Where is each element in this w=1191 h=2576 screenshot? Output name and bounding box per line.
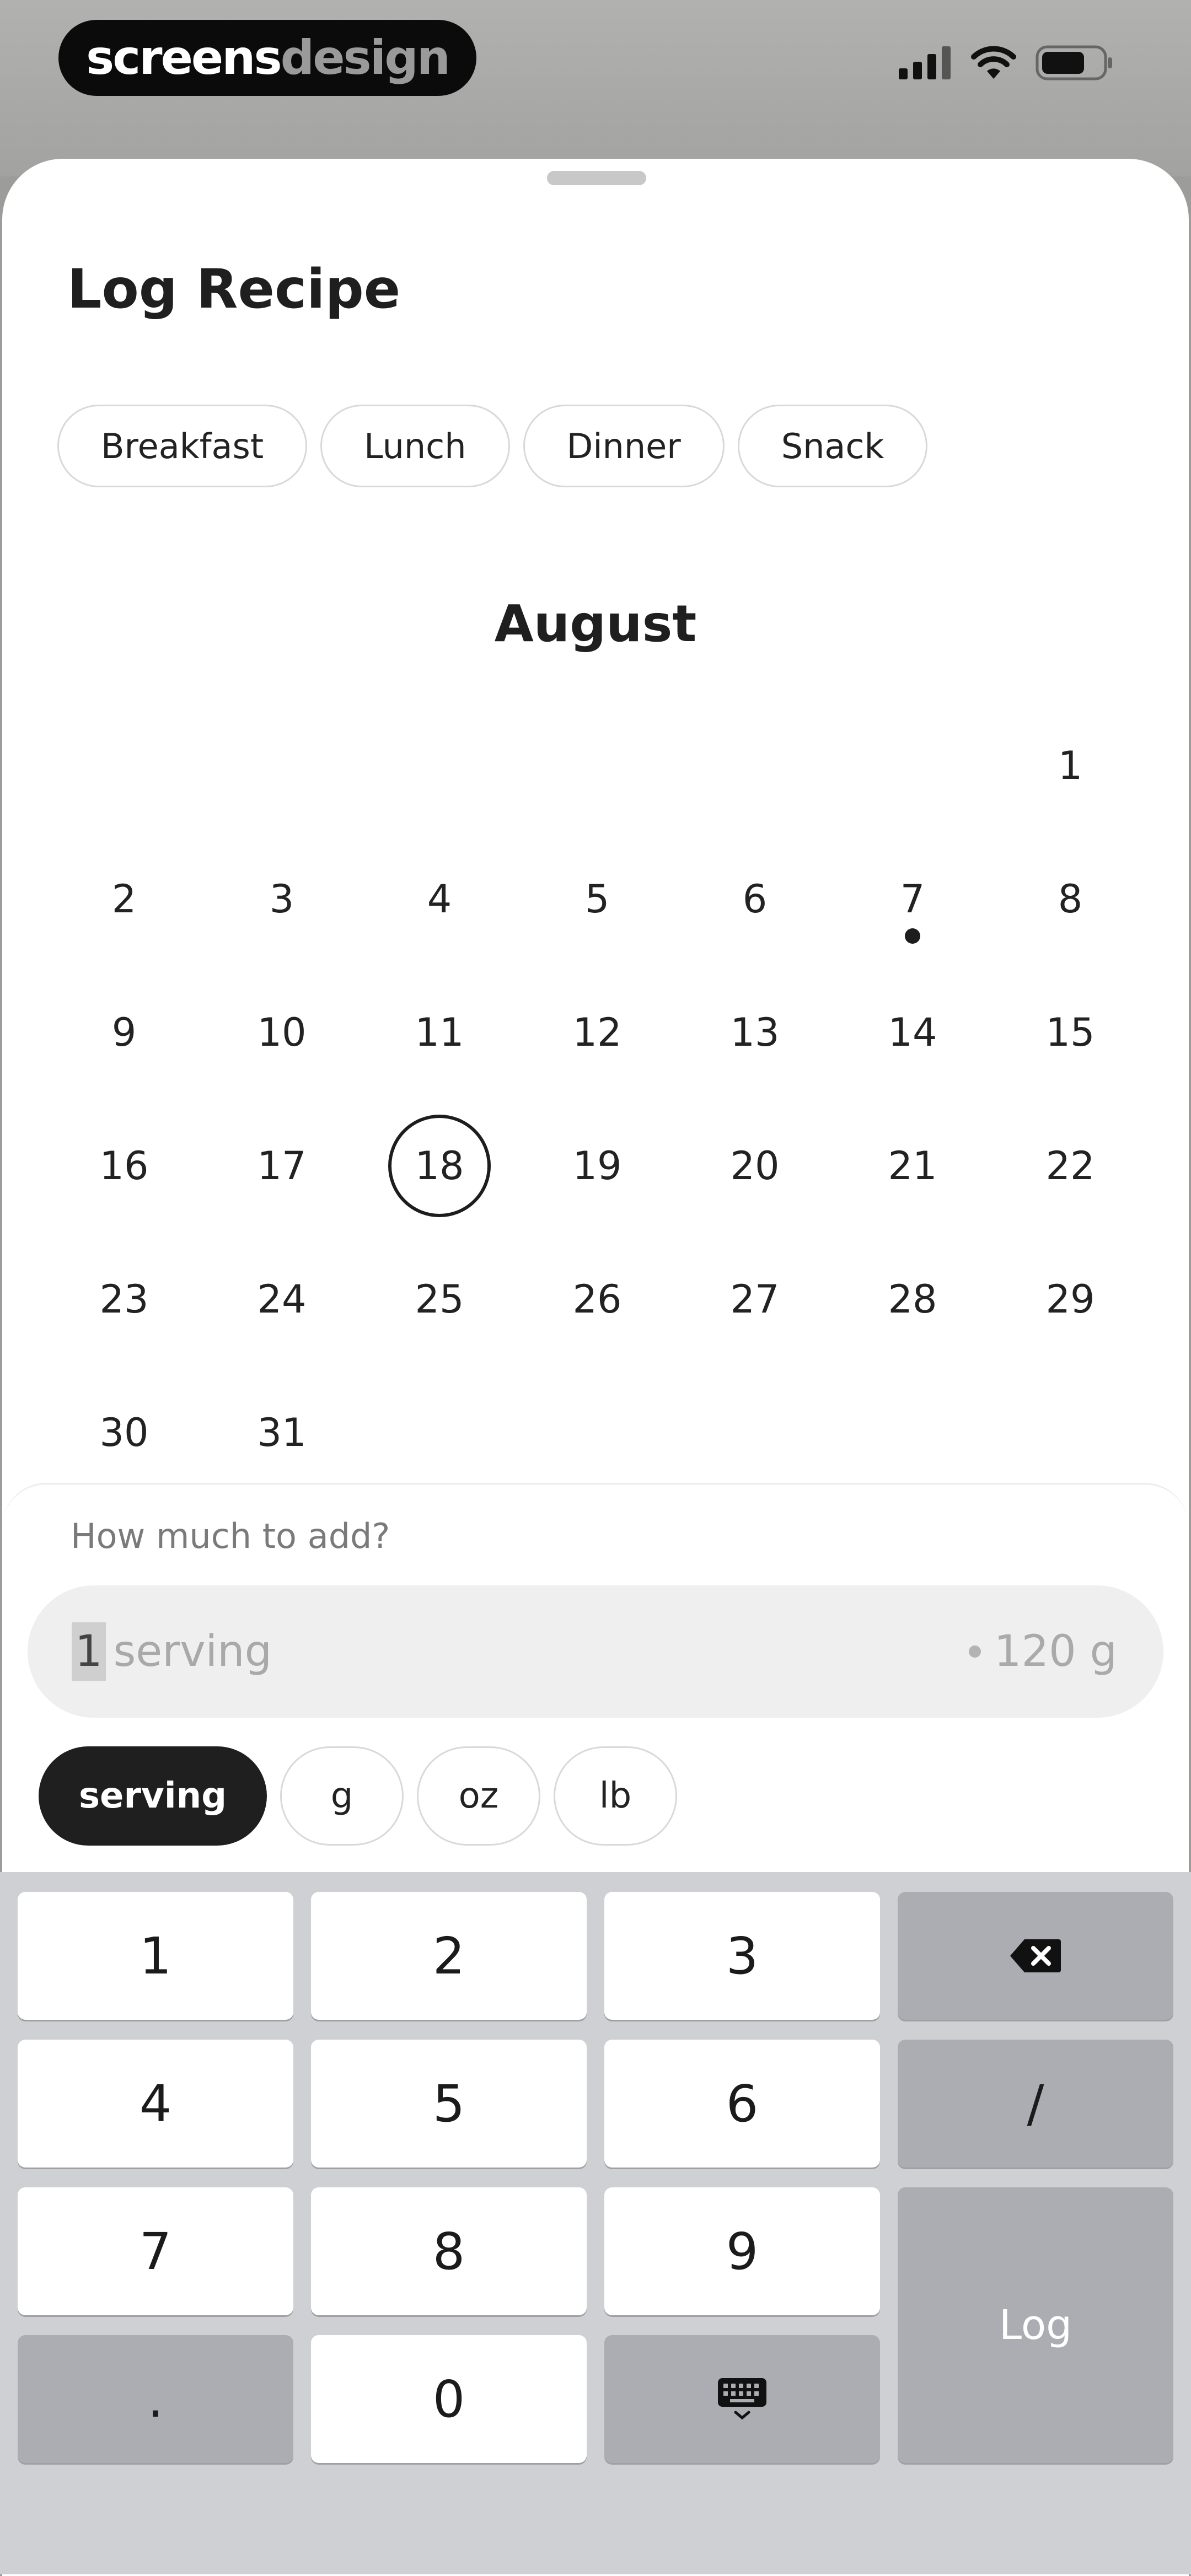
backspace-key[interactable]	[898, 1892, 1173, 2020]
unit-selector: serving g oz lb	[39, 1746, 677, 1846]
key-4[interactable]: 4	[18, 2040, 293, 2168]
calendar-week: 16 17 18 19 20 21 22	[2, 1099, 1189, 1233]
key-5[interactable]: 5	[311, 2040, 587, 2168]
calendar-week: 2 3 4 5 6 7 8	[2, 832, 1189, 966]
amount-unit: serving	[113, 1627, 272, 1676]
calendar-day-label: 7	[900, 876, 925, 922]
calendar-day[interactable]: 25	[361, 1233, 518, 1366]
battery-icon	[1036, 45, 1112, 80]
calendar-day[interactable]: 9	[45, 966, 203, 1099]
meal-tab-snack[interactable]: Snack	[737, 405, 928, 487]
amount-prompt: How much to add?	[71, 1516, 390, 1556]
amount-weight: 120 g	[968, 1627, 1117, 1676]
calendar-day[interactable]: 31	[203, 1366, 361, 1499]
numeric-keypad: 1 2 3 4 5 6 / 7 8 9 Log . 0	[0, 1872, 1191, 2574]
calendar-day[interactable]: 21	[834, 1099, 991, 1233]
amount-value: 1 serving	[72, 1622, 272, 1681]
calendar-day	[361, 699, 518, 832]
bullet-icon	[968, 1645, 981, 1658]
meal-tab-breakfast[interactable]: Breakfast	[57, 405, 308, 487]
calendar-day[interactable]: 23	[45, 1233, 203, 1366]
logged-indicator-dot	[905, 928, 920, 944]
key-8[interactable]: 8	[311, 2187, 587, 2315]
calendar-day[interactable]: 15	[991, 966, 1149, 1099]
amount-weight-value: 120 g	[994, 1627, 1117, 1676]
brand-part-2: design	[280, 30, 450, 85]
key-slash[interactable]: /	[898, 2040, 1173, 2168]
calendar-month: August	[494, 594, 697, 653]
amount-number: 1	[72, 1622, 106, 1681]
calendar-day[interactable]: 11	[361, 966, 518, 1099]
unit-lb[interactable]: lb	[554, 1746, 677, 1846]
key-2[interactable]: 2	[311, 1892, 587, 2020]
key-3[interactable]: 3	[604, 1892, 880, 2020]
wifi-icon	[971, 46, 1016, 79]
log-button[interactable]: Log	[898, 2187, 1173, 2463]
calendar-day[interactable]: 29	[991, 1233, 1149, 1366]
amount-input[interactable]: 1 serving 120 g	[28, 1585, 1163, 1718]
calendar-day[interactable]: 24	[203, 1233, 361, 1366]
key-7[interactable]: 7	[18, 2187, 293, 2315]
calendar-day	[834, 699, 991, 832]
backspace-icon	[1010, 1939, 1061, 1972]
page-title: Log Recipe	[67, 258, 401, 321]
key-0[interactable]: 0	[311, 2335, 587, 2463]
calendar-grid: 1 2 3 4 5 6 7 8 9 10 11 12 13 14 15 16 1…	[2, 699, 1189, 1499]
signal-icon	[899, 46, 951, 79]
calendar-day[interactable]: 26	[518, 1233, 676, 1366]
calendar-day	[203, 699, 361, 832]
unit-oz[interactable]: oz	[417, 1746, 540, 1846]
calendar-day[interactable]: 10	[203, 966, 361, 1099]
calendar-day[interactable]: 16	[45, 1099, 203, 1233]
status-bar	[899, 45, 1114, 80]
unit-g[interactable]: g	[280, 1746, 404, 1846]
calendar-day[interactable]: 28	[834, 1233, 991, 1366]
calendar-day	[518, 699, 676, 832]
calendar-day[interactable]: 5	[518, 832, 676, 966]
calendar-day[interactable]: 1	[991, 699, 1149, 832]
calendar-day-marked[interactable]: 7	[834, 832, 991, 966]
calendar-day[interactable]: 17	[203, 1099, 361, 1233]
meal-tabs: Breakfast Lunch Dinner Snack	[57, 405, 928, 487]
key-decimal[interactable]: .	[18, 2335, 293, 2463]
calendar-day[interactable]: 27	[676, 1233, 834, 1366]
sheet-grabber[interactable]	[547, 171, 646, 185]
calendar-day[interactable]: 2	[45, 832, 203, 966]
calendar-day-selected[interactable]: 18	[361, 1099, 518, 1233]
dismiss-keyboard-key[interactable]	[604, 2335, 880, 2463]
calendar-week: 1	[2, 699, 1189, 832]
key-1[interactable]: 1	[18, 1892, 293, 2020]
key-9[interactable]: 9	[604, 2187, 880, 2315]
calendar-week: 9 10 11 12 13 14 15	[2, 966, 1189, 1099]
meal-tab-lunch[interactable]: Lunch	[320, 405, 510, 487]
calendar-day[interactable]: 22	[991, 1099, 1149, 1233]
brand-logo: screens design	[58, 20, 476, 96]
calendar-day[interactable]: 19	[518, 1099, 676, 1233]
calendar-day[interactable]: 14	[834, 966, 991, 1099]
brand-part-1: screens	[86, 30, 282, 85]
meal-tab-dinner[interactable]: Dinner	[523, 405, 725, 487]
calendar-day[interactable]: 4	[361, 832, 518, 966]
calendar-day[interactable]: 30	[45, 1366, 203, 1499]
calendar-day	[676, 699, 834, 832]
calendar-day[interactable]: 20	[676, 1099, 834, 1233]
calendar-day[interactable]: 12	[518, 966, 676, 1099]
calendar-day[interactable]: 6	[676, 832, 834, 966]
calendar-day[interactable]: 3	[203, 832, 361, 966]
calendar-week: 30 31	[2, 1366, 1189, 1499]
keyboard-icon	[718, 2378, 766, 2420]
unit-serving[interactable]: serving	[39, 1746, 267, 1846]
calendar-day[interactable]: 8	[991, 832, 1149, 966]
calendar-week: 23 24 25 26 27 28 29	[2, 1233, 1189, 1366]
calendar-day[interactable]: 13	[676, 966, 834, 1099]
calendar-day	[45, 699, 203, 832]
key-6[interactable]: 6	[604, 2040, 880, 2168]
